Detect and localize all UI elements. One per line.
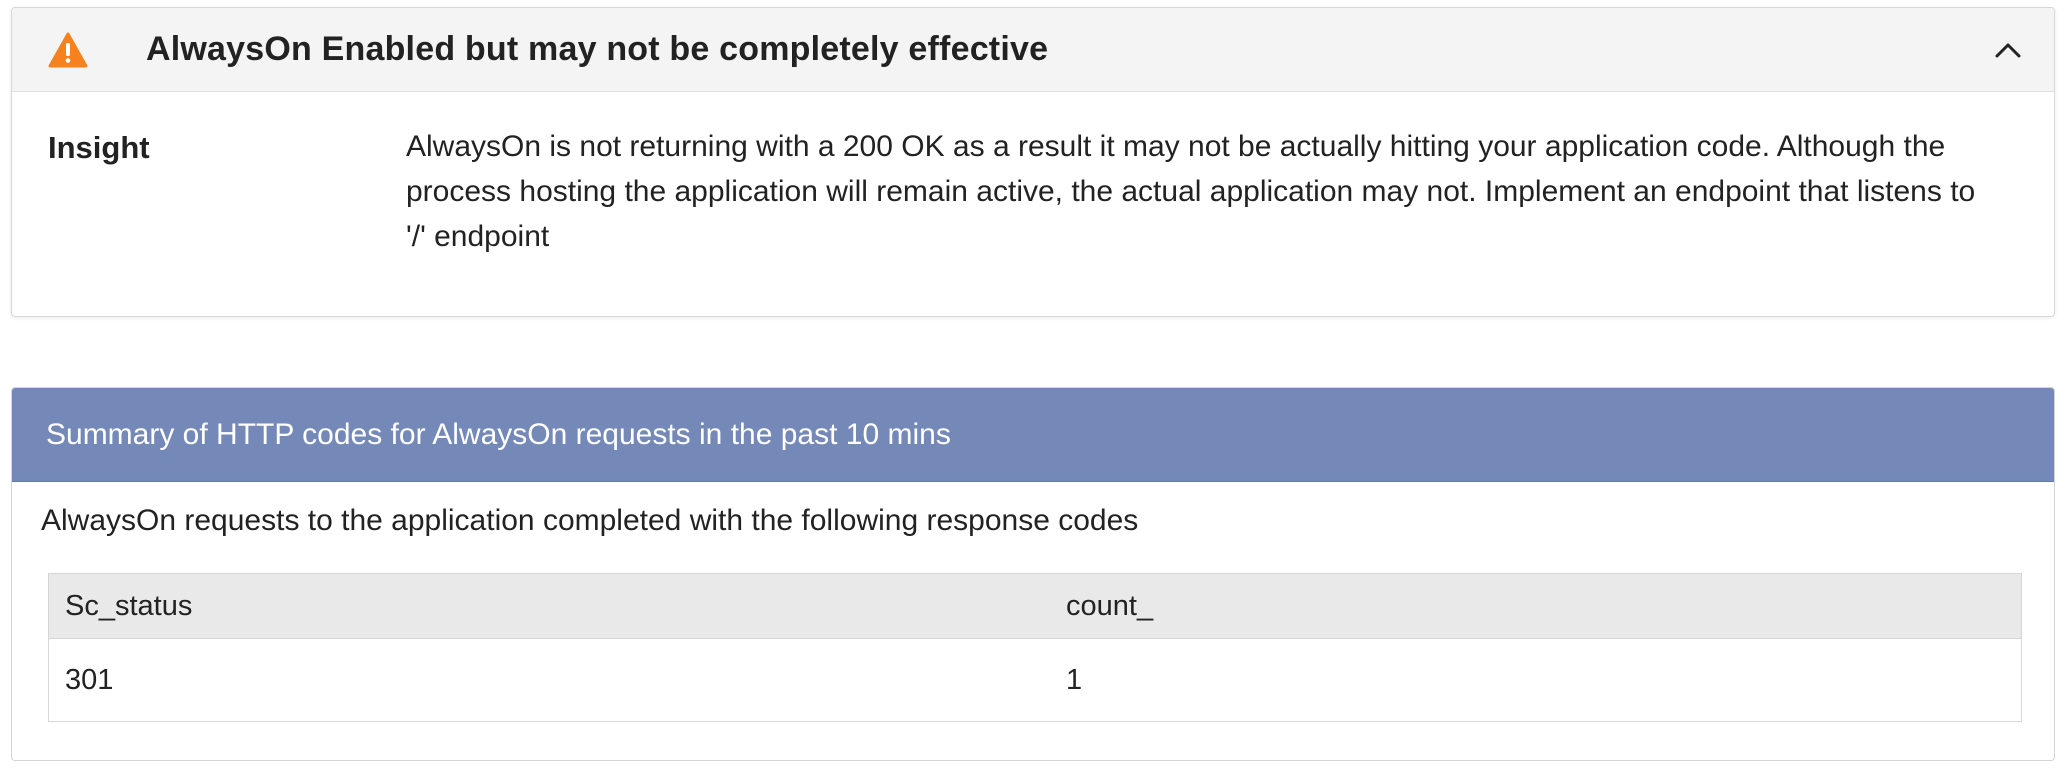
chevron-up-icon[interactable] <box>1990 32 2026 68</box>
summary-title: Summary of HTTP codes for AlwaysOn reque… <box>46 417 951 451</box>
summary-header: Summary of HTTP codes for AlwaysOn reque… <box>12 388 2054 482</box>
insight-card: AlwaysOn Enabled but may not be complete… <box>11 7 2055 317</box>
response-codes-table: Sc_status count_ 301 1 <box>48 573 2022 722</box>
table-cell-count: 1 <box>1050 638 2022 722</box>
insight-label: Insight <box>48 130 150 165</box>
warning-icon <box>48 32 88 68</box>
insight-title: AlwaysOn Enabled but may not be complete… <box>146 30 1049 68</box>
table-header-row: Sc_status count_ <box>48 573 2022 639</box>
column-header-count[interactable]: count_ <box>1050 573 2022 639</box>
summary-panel: Summary of HTTP codes for AlwaysOn reque… <box>11 387 2055 761</box>
table-cell-sc-status: 301 <box>48 638 1050 722</box>
table-row: 301 1 <box>48 638 2022 722</box>
column-header-sc-status[interactable]: Sc_status <box>48 573 1050 639</box>
insight-text: AlwaysOn is not returning with a 200 OK … <box>406 130 1976 253</box>
insight-header[interactable]: AlwaysOn Enabled but may not be complete… <box>12 8 2054 92</box>
insight-body: Insight AlwaysOn is not returning with a… <box>12 92 2054 259</box>
summary-description: AlwaysOn requests to the application com… <box>41 504 1139 537</box>
